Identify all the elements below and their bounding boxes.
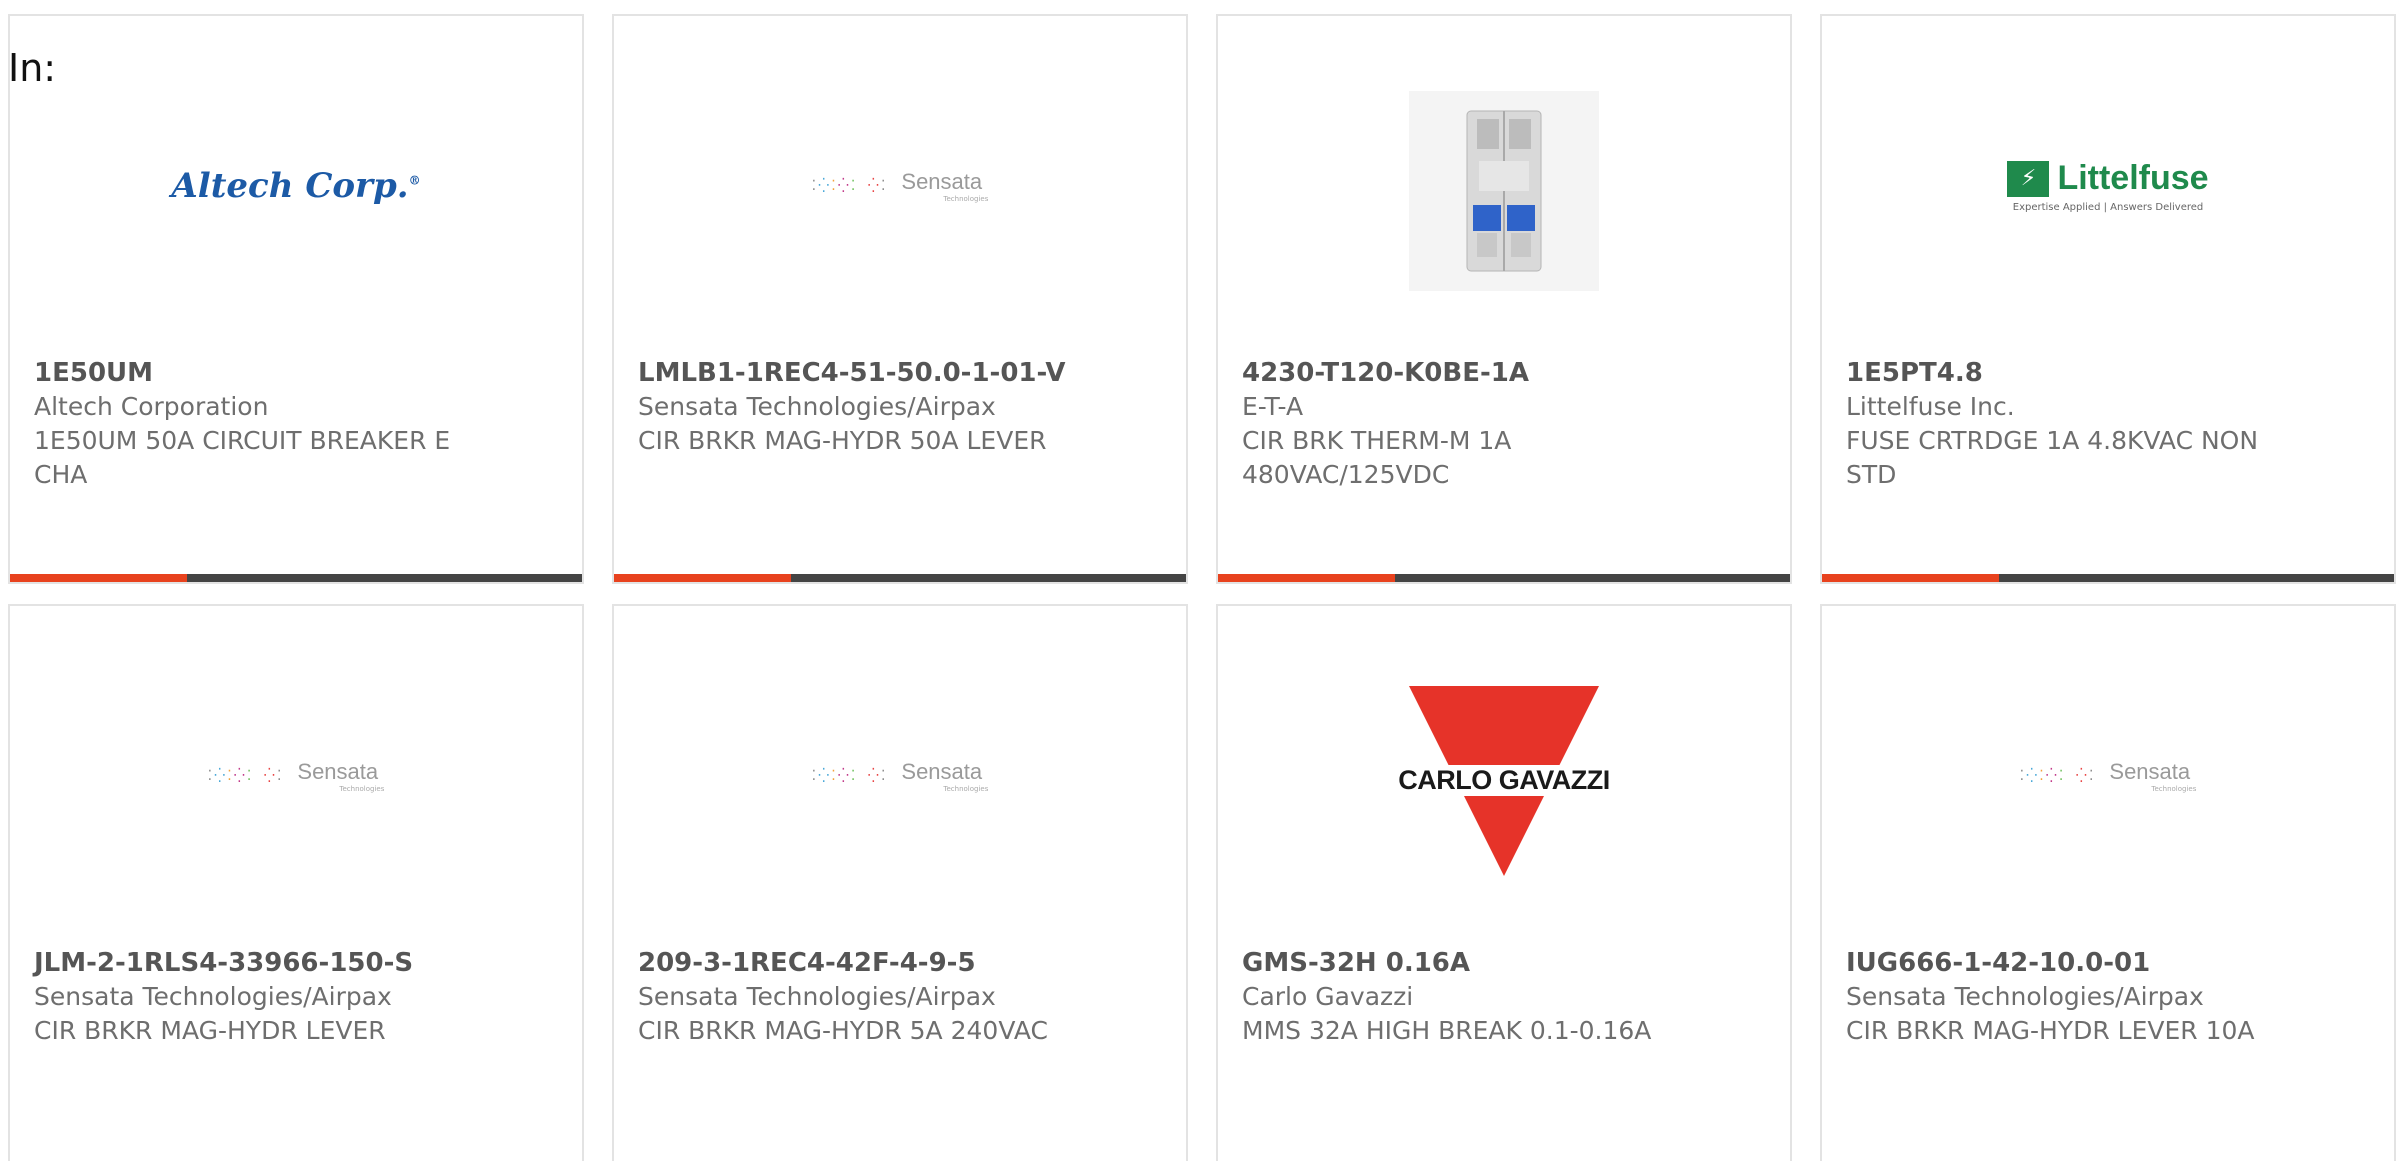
product-card[interactable]: ⁚⁛⁚⁛⁚ ⁛⁚ Sensata Technologies IUG666-1-4… — [1820, 604, 2396, 1161]
sensata-dots-icon: ⁚⁛⁚⁛⁚ ⁛⁚ — [207, 768, 284, 784]
product-image: ⚡ Littelfuse Expertise Applied | Answers… — [1822, 96, 2394, 306]
part-number[interactable]: GMS-32H 0.16A — [1242, 946, 1766, 980]
manufacturer: Sensata Technologies/Airpax — [638, 982, 996, 1011]
progress-bar — [10, 574, 582, 582]
product-description: MMS 32A HIGH BREAK 0.1-0.16A — [1242, 1016, 1652, 1045]
product-card[interactable]: Altech Corp.® 1E50UM Altech Corporation … — [8, 14, 584, 584]
product-grid-page: In: Altech Corp.® 1E50UM Altech Corporat… — [0, 0, 2400, 1161]
product-card[interactable]: 4230-T120-K0BE-1A E-T-A CIR BRK THERM-M … — [1216, 14, 1792, 584]
progress-bar — [614, 574, 1186, 582]
product-description: CIR BRKR MAG-HYDR 5A 240VAC — [638, 1016, 1048, 1045]
product-image: ⁚⁛⁚⁛⁚ ⁛⁚ Sensata Technologies — [10, 686, 582, 896]
littelfuse-mark-icon: ⚡ — [2007, 160, 2050, 197]
littelfuse-logo: ⚡ Littelfuse Expertise Applied | Answers… — [2007, 159, 2209, 213]
product-description: CIR BRKR MAG-HYDR LEVER — [34, 1016, 386, 1045]
product-card[interactable]: ⁚⁛⁚⁛⁚ ⁛⁚ Sensata Technologies 209-3-1REC… — [612, 604, 1188, 1161]
product-image: ⁚⁛⁚⁛⁚ ⁛⁚ Sensata Technologies — [1822, 686, 2394, 896]
product-description: CIR BRKR MAG-HYDR 50A LEVER — [638, 426, 1047, 455]
circuit-breaker-photo — [1409, 91, 1599, 291]
filter-label: In: — [8, 46, 57, 90]
part-number[interactable]: 209-3-1REC4-42F-4-9-5 — [638, 946, 1162, 980]
product-image: ⁚⁛⁚⁛⁚ ⁛⁚ Sensata Technologies — [614, 96, 1186, 306]
part-number[interactable]: LMLB1-1REC4-51-50.0-1-01-V — [638, 356, 1162, 390]
manufacturer: Sensata Technologies/Airpax — [638, 392, 996, 421]
manufacturer: Carlo Gavazzi — [1242, 982, 1414, 1011]
manufacturer: Sensata Technologies/Airpax — [1846, 982, 2204, 1011]
product-description: FUSE CRTRDGE 1A 4.8KVAC NON STD — [1846, 426, 2259, 489]
sensata-logo: ⁚⁛⁚⁛⁚ ⁛⁚ Sensata Technologies — [811, 169, 989, 203]
carlo-gavazzi-logo: CARLO GAVAZZI — [1398, 681, 1610, 881]
progress-bar — [1218, 574, 1790, 582]
product-description: CIR BRKR MAG-HYDR LEVER 10A — [1846, 1016, 2255, 1045]
part-number[interactable]: IUG666-1-42-10.0-01 — [1846, 946, 2370, 980]
product-card[interactable]: CARLO GAVAZZI GMS-32H 0.16A Carlo Gavazz… — [1216, 604, 1792, 1161]
altech-corp-logo: Altech Corp.® — [171, 166, 421, 206]
product-description: CIR BRK THERM-M 1A 480VAC/125VDC — [1242, 426, 1512, 489]
manufacturer: Littelfuse Inc. — [1846, 392, 2015, 421]
progress-fill — [614, 574, 792, 582]
part-number[interactable]: 1E50UM — [34, 356, 558, 390]
sensata-dots-icon: ⁚⁛⁚⁛⁚ ⁛⁚ — [811, 768, 888, 784]
product-image: ⁚⁛⁚⁛⁚ ⁛⁚ Sensata Technologies — [614, 686, 1186, 896]
progress-fill — [1822, 574, 2000, 582]
sensata-logo: ⁚⁛⁚⁛⁚ ⁛⁚ Sensata Technologies — [811, 759, 989, 793]
product-card[interactable]: ⁚⁛⁚⁛⁚ ⁛⁚ Sensata Technologies LMLB1-1REC… — [612, 14, 1188, 584]
progress-fill — [10, 574, 188, 582]
product-description: 1E50UM 50A CIRCUIT BREAKER E CHA — [34, 426, 451, 489]
progress-bar — [1822, 574, 2394, 582]
product-image: Altech Corp.® — [10, 96, 582, 306]
manufacturer: Sensata Technologies/Airpax — [34, 982, 392, 1011]
product-image — [1218, 86, 1790, 296]
sensata-logo: ⁚⁛⁚⁛⁚ ⁛⁚ Sensata Technologies — [2019, 759, 2197, 793]
product-card[interactable]: ⚡ Littelfuse Expertise Applied | Answers… — [1820, 14, 2396, 584]
part-number[interactable]: 1E5PT4.8 — [1846, 356, 2370, 390]
sensata-logo: ⁚⁛⁚⁛⁚ ⁛⁚ Sensata Technologies — [207, 759, 385, 793]
sensata-dots-icon: ⁚⁛⁚⁛⁚ ⁛⁚ — [811, 178, 888, 194]
product-card[interactable]: ⁚⁛⁚⁛⁚ ⁛⁚ Sensata Technologies JLM-2-1RLS… — [8, 604, 584, 1161]
manufacturer: E-T-A — [1242, 392, 1304, 421]
manufacturer: Altech Corporation — [34, 392, 269, 421]
progress-fill — [1218, 574, 1396, 582]
part-number[interactable]: JLM-2-1RLS4-33966-150-S — [34, 946, 558, 980]
sensata-dots-icon: ⁚⁛⁚⁛⁚ ⁛⁚ — [2019, 768, 2096, 784]
part-number[interactable]: 4230-T120-K0BE-1A — [1242, 356, 1766, 390]
product-image: CARLO GAVAZZI — [1218, 676, 1790, 886]
